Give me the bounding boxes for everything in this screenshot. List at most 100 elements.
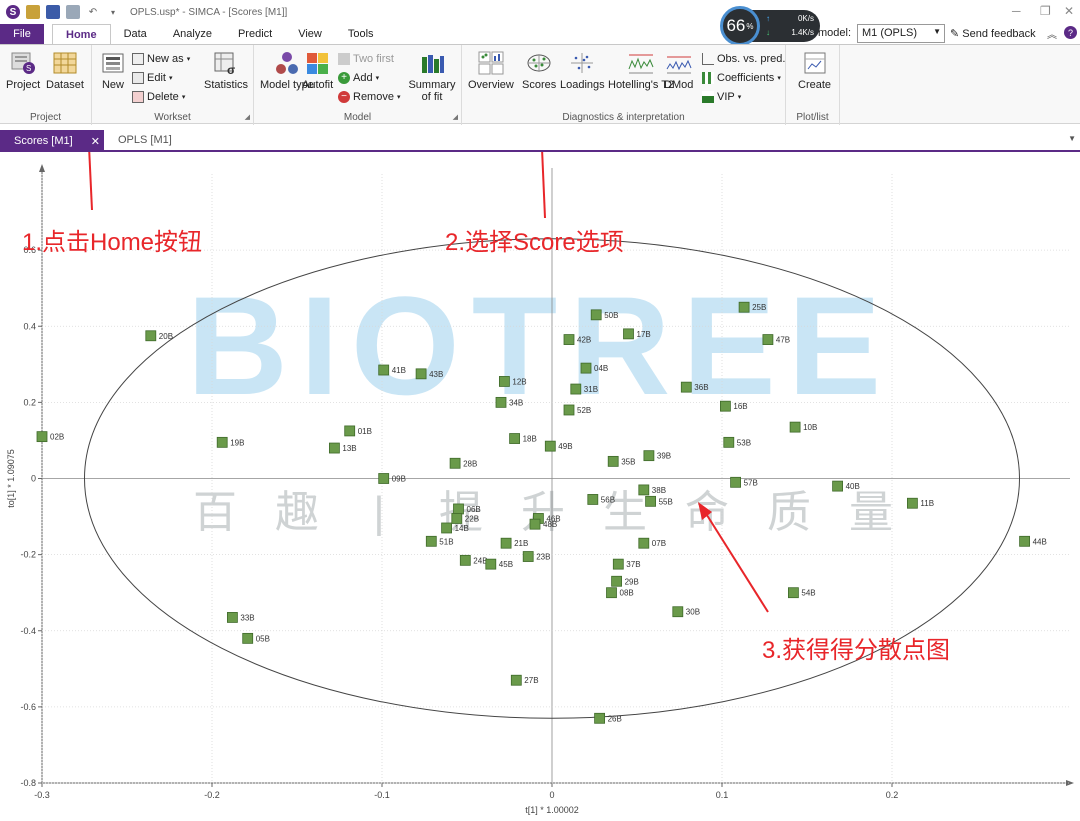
close-window-button[interactable]: ✕: [1064, 4, 1074, 18]
score-point[interactable]: 25B: [738, 301, 766, 313]
score-point-marker[interactable]: [36, 431, 48, 443]
create-plot-button[interactable]: Create: [798, 51, 831, 91]
score-point[interactable]: 30B: [672, 606, 700, 618]
score-point-marker[interactable]: [242, 632, 254, 644]
score-point[interactable]: 57B: [730, 476, 758, 488]
score-point-marker[interactable]: [672, 606, 684, 618]
score-point-marker[interactable]: [451, 513, 463, 524]
score-point[interactable]: 20B: [145, 330, 173, 342]
score-point[interactable]: 44B: [1019, 535, 1047, 547]
score-point[interactable]: 41B: [378, 364, 406, 376]
score-point-marker[interactable]: [529, 518, 541, 530]
score-point-marker[interactable]: [907, 497, 918, 509]
obs-vs-pred-button[interactable]: Obs. vs. pred.: [702, 53, 785, 65]
score-point-marker[interactable]: [415, 368, 427, 380]
score-point[interactable]: 26B: [594, 712, 622, 724]
score-point-marker[interactable]: [544, 440, 556, 452]
score-point[interactable]: 16B: [720, 400, 748, 412]
delete-button[interactable]: Delete ▾: [132, 91, 185, 103]
score-point[interactable]: 19B: [216, 436, 244, 448]
score-point-marker[interactable]: [216, 436, 228, 448]
scores-button[interactable]: Scores: [522, 51, 556, 91]
tab-scores-m1[interactable]: Scores [M1] ✕: [0, 130, 104, 152]
score-point-marker[interactable]: [638, 537, 650, 549]
score-point-marker[interactable]: [344, 425, 356, 437]
score-point-marker[interactable]: [643, 450, 655, 462]
score-point[interactable]: 39B: [643, 450, 671, 462]
score-point[interactable]: 04B: [580, 362, 608, 374]
score-point-marker[interactable]: [723, 436, 735, 448]
tab-home[interactable]: Home: [52, 24, 111, 44]
score-point[interactable]: 05B: [242, 632, 270, 644]
score-point[interactable]: 06B: [453, 503, 481, 515]
score-point[interactable]: 42B: [563, 334, 591, 345]
overview-button[interactable]: Overview: [468, 51, 514, 91]
score-point-marker[interactable]: [485, 558, 497, 570]
score-point[interactable]: 33B: [226, 612, 255, 623]
score-point[interactable]: 08B: [606, 587, 634, 599]
score-point-marker[interactable]: [788, 587, 799, 599]
score-point[interactable]: 52B: [563, 404, 591, 416]
new-as-button[interactable]: New as ▾: [132, 53, 190, 65]
score-point-marker[interactable]: [580, 362, 592, 374]
dialog-launcher-icon[interactable]: ◢: [245, 113, 250, 121]
score-point[interactable]: 22B: [451, 513, 479, 524]
quick-access-dropdown-icon[interactable]: ▾: [106, 5, 120, 19]
score-point[interactable]: 27B: [510, 674, 539, 686]
score-point[interactable]: 28B: [449, 457, 477, 469]
send-feedback-button[interactable]: ✎ Send feedback: [950, 27, 1036, 40]
score-point[interactable]: 09B: [378, 473, 406, 484]
score-point[interactable]: 31B: [570, 383, 598, 395]
statistics-button[interactable]: σ Statistics: [204, 51, 248, 91]
tab-predict[interactable]: Predict: [225, 24, 285, 44]
open-project-icon[interactable]: [26, 5, 40, 19]
minimize-button[interactable]: ─: [1012, 4, 1021, 18]
score-point-marker[interactable]: [611, 575, 622, 587]
score-point-marker[interactable]: [638, 484, 650, 496]
score-point-marker[interactable]: [730, 476, 741, 488]
dialog-launcher-icon[interactable]: ◢: [453, 113, 458, 121]
score-point-marker[interactable]: [590, 309, 602, 321]
score-point-marker[interactable]: [563, 404, 575, 416]
score-point[interactable]: 21B: [500, 537, 528, 549]
score-plot-svg[interactable]: BIOTREE 百趣|提升生命质量 -0.3-0.2-0.100.10.2-0.…: [0, 28, 1080, 821]
dataset-button[interactable]: Dataset: [46, 51, 84, 91]
project-button[interactable]: S Project: [6, 51, 40, 91]
score-point[interactable]: 02B: [36, 431, 64, 443]
score-point[interactable]: 49B: [544, 440, 573, 452]
score-point[interactable]: 55B: [645, 495, 673, 507]
score-point-marker[interactable]: [680, 381, 692, 393]
score-point-marker[interactable]: [449, 457, 461, 469]
new-workset-button[interactable]: New: [100, 51, 126, 91]
collapse-ribbon-icon[interactable]: ︽: [1047, 26, 1057, 41]
score-point[interactable]: 51B: [425, 535, 454, 547]
model-select[interactable]: M1 (OPLS) ▼: [857, 24, 945, 43]
remove-component-button[interactable]: − Remove ▾: [338, 91, 401, 103]
tab-tools[interactable]: Tools: [335, 24, 387, 44]
score-point-marker[interactable]: [1019, 535, 1030, 547]
score-point[interactable]: 10B: [789, 421, 817, 433]
score-point[interactable]: 56B: [587, 494, 615, 505]
vip-button[interactable]: VIP ▾: [702, 91, 741, 103]
score-point-marker[interactable]: [226, 612, 238, 623]
score-point[interactable]: 48B: [529, 518, 557, 530]
restore-button[interactable]: ❐: [1040, 4, 1051, 18]
tab-list-dropdown-icon[interactable]: ▼: [1068, 134, 1076, 143]
score-point-marker[interactable]: [510, 674, 522, 686]
loadings-button[interactable]: Loadings: [560, 51, 605, 91]
score-scatter-plot[interactable]: BIOTREE 百趣|提升生命质量 -0.3-0.2-0.100.10.2-0.…: [0, 28, 1080, 821]
score-point-marker[interactable]: [495, 396, 507, 408]
score-point[interactable]: 35B: [607, 455, 635, 467]
score-point-marker[interactable]: [606, 587, 617, 599]
autofit-button[interactable]: Autofit: [302, 51, 333, 91]
score-point-marker[interactable]: [500, 537, 512, 549]
score-point-marker[interactable]: [509, 433, 521, 444]
score-point-marker[interactable]: [425, 535, 437, 547]
score-point[interactable]: 17B: [623, 328, 651, 340]
tab-analyze[interactable]: Analyze: [160, 24, 225, 44]
score-point[interactable]: 12B: [498, 376, 527, 387]
score-point[interactable]: 50B: [590, 309, 618, 321]
score-point-marker[interactable]: [762, 334, 774, 345]
score-point[interactable]: 29B: [611, 575, 639, 587]
score-point[interactable]: 43B: [415, 368, 443, 380]
